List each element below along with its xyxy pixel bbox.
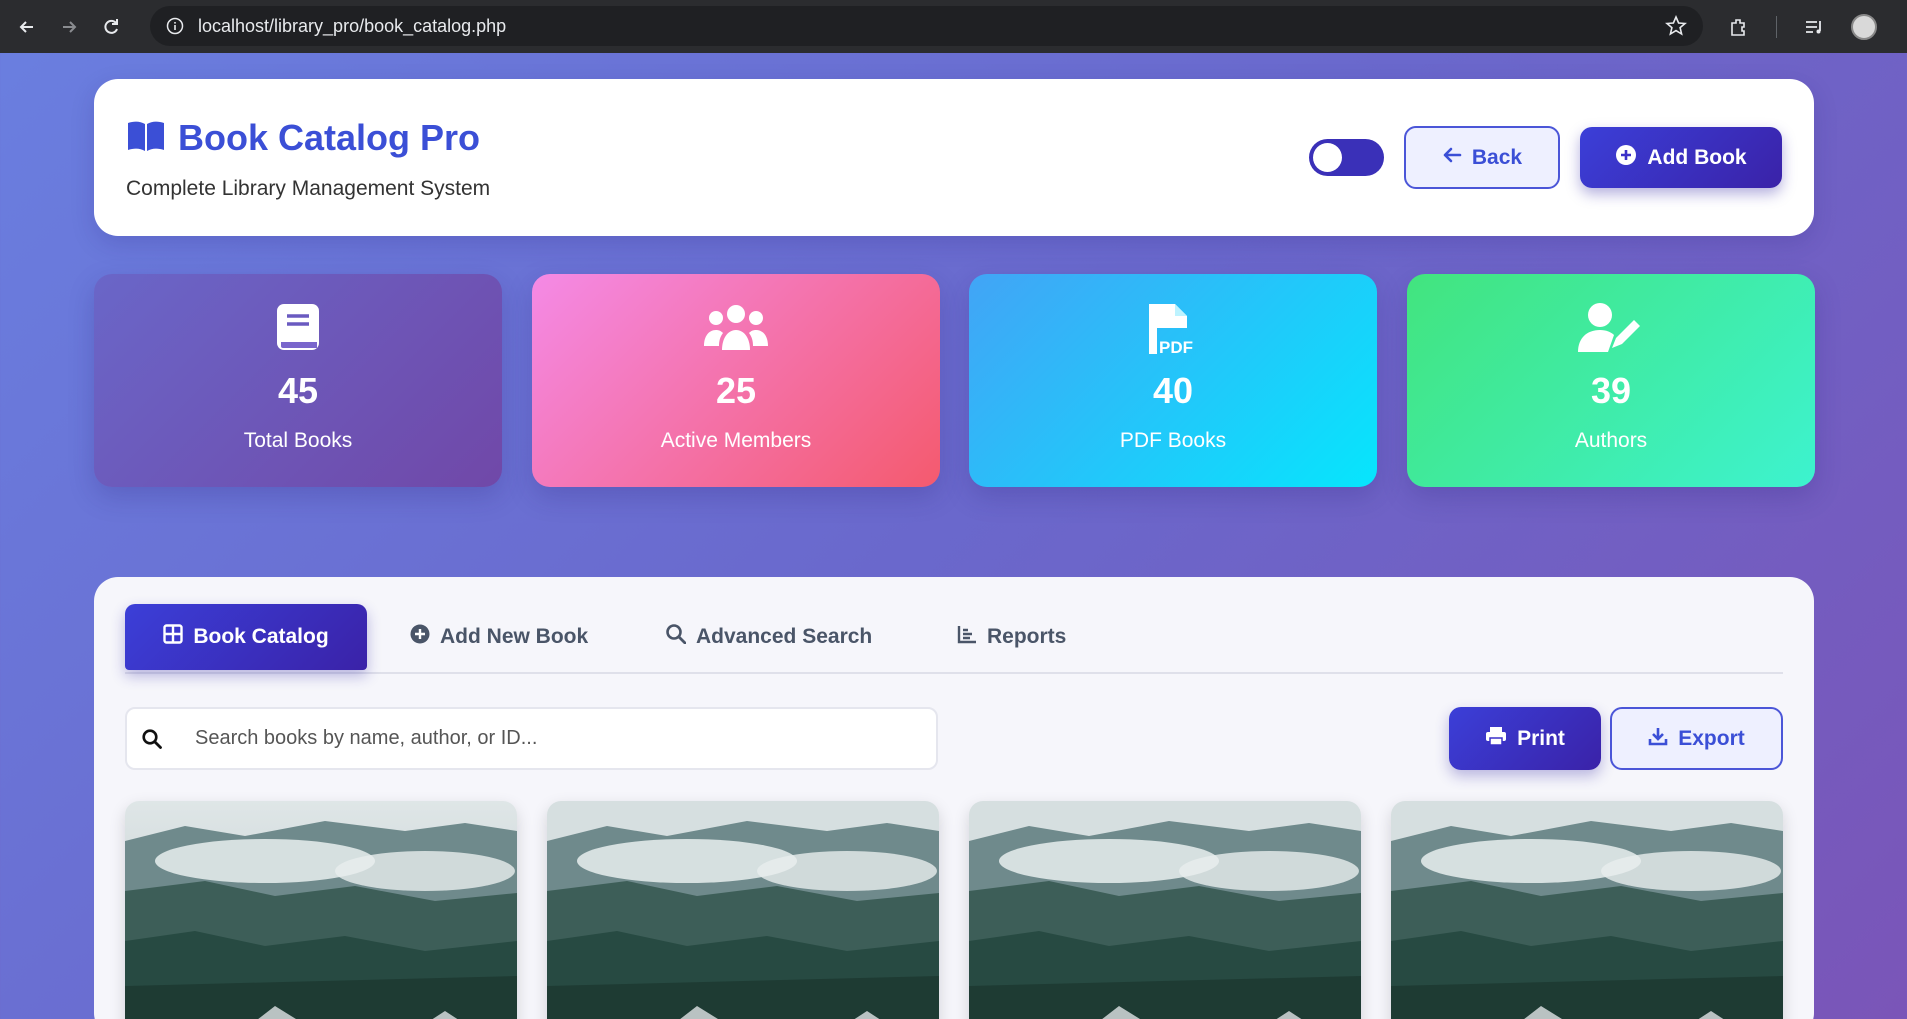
- back-button-label: Back: [1471, 145, 1523, 169]
- export-button[interactable]: Export: [1610, 707, 1783, 770]
- brand: Book Catalog Pro: [126, 117, 480, 159]
- plus-circle-icon: [410, 624, 430, 650]
- stat-label: PDF Books: [1119, 429, 1227, 452]
- grid-icon: [163, 624, 184, 650]
- stat-card-authors: 39 Authors: [1407, 274, 1815, 487]
- chart-bar-icon: [957, 624, 977, 650]
- tab-book-catalog[interactable]: Book Catalog: [125, 604, 367, 670]
- book-card[interactable]: [1391, 801, 1783, 1019]
- book-card[interactable]: [969, 801, 1361, 1019]
- extensions-icon[interactable]: [1724, 12, 1754, 42]
- book-cover-image: [547, 801, 939, 1019]
- user-edit-icon: [1407, 302, 1815, 354]
- back-arrow-icon[interactable]: [12, 12, 42, 42]
- plus-circle-icon: [1615, 144, 1637, 172]
- tab-bar: Book Catalog Add New Book Advanced Searc…: [125, 604, 1783, 674]
- download-icon: [1648, 726, 1668, 752]
- stat-label: Total Books: [243, 429, 353, 452]
- printer-icon: [1485, 726, 1507, 752]
- book-icon: [94, 302, 502, 354]
- stat-label: Active Members: [660, 429, 812, 452]
- header-card: Book Catalog Pro Complete Library Manage…: [94, 79, 1814, 236]
- site-info-icon[interactable]: [164, 15, 186, 37]
- print-label: Print: [1517, 726, 1565, 750]
- stat-value: 40: [1152, 370, 1194, 411]
- search-box: [125, 707, 938, 770]
- add-book-button[interactable]: Add Book: [1580, 127, 1782, 188]
- toggle-knob: [1313, 143, 1342, 172]
- stat-card-total-books: 45 Total Books: [94, 274, 502, 487]
- tab-label: Reports: [987, 625, 1067, 648]
- url-text[interactable]: localhost/library_pro/book_catalog.php: [198, 16, 506, 37]
- add-book-label: Add Book: [1647, 145, 1747, 169]
- media-controls-icon[interactable]: [1799, 12, 1829, 42]
- browser-toolbar: localhost/library_pro/book_catalog.php: [0, 0, 1907, 53]
- back-button[interactable]: Back: [1404, 126, 1560, 189]
- tab-label: Add New Book: [440, 625, 589, 648]
- svg-text:PDF: PDF: [1159, 338, 1193, 356]
- print-button[interactable]: Print: [1449, 707, 1601, 770]
- stat-card-pdf-books: PDF 40 PDF Books: [969, 274, 1377, 487]
- open-book-icon: [126, 119, 166, 158]
- users-icon: [532, 302, 940, 354]
- app-subtitle: Complete Library Management System: [126, 177, 491, 200]
- theme-toggle[interactable]: [1309, 139, 1384, 176]
- book-cover-image: [969, 801, 1361, 1019]
- stat-card-active-members: 25 Active Members: [532, 274, 940, 487]
- book-card[interactable]: [125, 801, 517, 1019]
- reload-icon[interactable]: [96, 12, 126, 42]
- tab-add-new-book[interactable]: Add New Book: [410, 604, 588, 670]
- book-cover-image: [125, 801, 517, 1019]
- book-card[interactable]: [547, 801, 939, 1019]
- export-label: Export: [1678, 726, 1745, 750]
- app-title: Book Catalog Pro: [178, 117, 481, 158]
- search-icon: [666, 624, 687, 650]
- arrow-left-icon: [1442, 146, 1462, 170]
- stat-value: 39: [1590, 370, 1632, 411]
- stat-value: 45: [277, 370, 319, 411]
- pdf-file-icon: PDF: [969, 302, 1377, 356]
- tab-advanced-search[interactable]: Advanced Search: [666, 604, 872, 670]
- tab-reports[interactable]: Reports: [957, 604, 1066, 670]
- search-icon: [127, 709, 177, 768]
- toolbar-divider: [1776, 15, 1777, 38]
- catalog-panel: Book Catalog Add New Book Advanced Searc…: [94, 577, 1814, 1019]
- stat-value: 25: [715, 370, 757, 411]
- stat-label: Authors: [1574, 429, 1648, 452]
- profile-avatar[interactable]: [1851, 13, 1877, 40]
- tab-label: Book Catalog: [193, 625, 329, 648]
- bookmark-star-icon[interactable]: [1665, 14, 1687, 42]
- book-cover-image: [1391, 801, 1783, 1019]
- search-input[interactable]: [195, 727, 895, 750]
- tab-label: Advanced Search: [696, 625, 873, 648]
- forward-arrow-icon[interactable]: [54, 12, 84, 42]
- address-bar[interactable]: localhost/library_pro/book_catalog.php: [150, 6, 1703, 46]
